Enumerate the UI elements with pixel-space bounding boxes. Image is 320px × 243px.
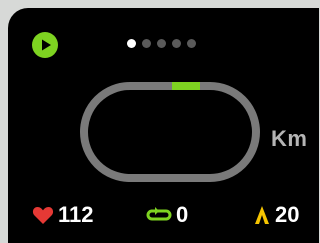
watch-screen: Km 112 0 20 — [8, 8, 319, 243]
page-dot-5[interactable] — [187, 38, 196, 48]
track-oval — [80, 82, 260, 182]
play-icon — [42, 39, 51, 51]
distance-unit-label: Km — [271, 126, 308, 151]
play-button[interactable] — [32, 32, 58, 58]
page-indicator — [127, 38, 196, 48]
lap-loop-icon — [146, 207, 172, 221]
elevation-stat: 20 — [253, 201, 299, 229]
laps-stat: 0 — [146, 201, 188, 229]
page-dot-1[interactable] — [127, 38, 136, 48]
laps-value: 0 — [176, 202, 189, 227]
page-dot-3[interactable] — [157, 38, 166, 48]
stats-row: 112 0 20 — [8, 201, 319, 229]
running-track — [80, 82, 260, 182]
elevation-flame-icon — [255, 206, 269, 224]
page-dot-4[interactable] — [172, 38, 181, 48]
heart-rate-stat: 112 — [32, 201, 94, 229]
page-dot-2[interactable] — [142, 38, 151, 48]
heart-icon — [32, 207, 54, 224]
heart-rate-value: 112 — [58, 202, 94, 227]
elevation-value: 20 — [275, 202, 300, 227]
